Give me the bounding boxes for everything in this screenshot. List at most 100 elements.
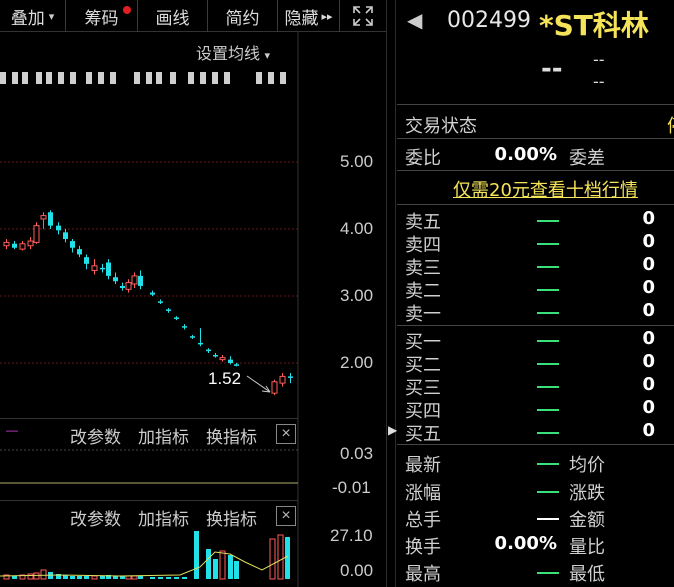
candle-body [150,292,155,295]
total-volume-value [537,518,559,520]
candle-body [91,265,98,272]
candle-body [100,267,105,270]
volume-bar [40,569,47,580]
ma-legend-mark [98,72,104,84]
ma-legend-mark [268,72,274,84]
price-tick-3: 3.00 [340,286,374,305]
indicator-legend-mark: — [6,423,18,437]
volume-bar [131,575,138,580]
indicator-1-swap-button[interactable]: 换指标 [206,423,257,448]
indicator-2-add-button[interactable]: 加指标 [138,505,189,530]
ma-legend-mark [134,72,140,84]
volume-bar [234,561,239,579]
trade-status-value: 停 [667,112,674,138]
volume-bar [182,577,187,579]
double-chevron-right-icon: ▸▸ [321,10,333,23]
overlay-button[interactable]: 叠加 ▾ [0,0,66,32]
candle-body [48,212,53,226]
back-arrow-icon[interactable]: ◀ [407,8,422,32]
candle-body [33,225,40,243]
updown-label: 涨跌 [569,483,605,504]
ask-1-label: 卖一 [405,304,441,325]
ma-legend-mark [212,72,218,84]
ask-5-price [537,220,559,222]
candle-body [84,257,89,264]
ma-legend-mark [12,72,18,84]
volume-bar [138,576,143,579]
change-pct-label: 涨幅 [405,483,441,504]
collapse-panel-icon[interactable]: ▶ [388,418,397,442]
fullscreen-icon [353,6,373,26]
candle-body [166,309,171,311]
bid-5-label: 买五 [405,424,441,445]
ask-4-price [537,243,559,245]
indicator-2-close-icon[interactable]: × [276,506,296,526]
low-label: 最低 [569,564,605,585]
latest-value [537,463,559,465]
ma-legend-mark [146,72,152,84]
ma-legend-mark [280,72,286,84]
volume-bar [269,538,276,580]
volume-bar [194,531,199,579]
candle-body [219,357,226,361]
bid-2-volume: 0 [642,351,655,372]
volume-bar [33,572,40,580]
bid-1-price [537,340,559,342]
candle-body [70,241,75,248]
candle-body [174,317,179,319]
kline-chart-area[interactable]: 设置均线 ▾ 5.00 4.00 3.00 2.00 1.52 — 改参数 加指… [0,32,386,587]
bid-3-volume: 0 [642,374,655,395]
candle-body [40,215,47,220]
ask-3-price [537,266,559,268]
indicator-1-tick-top: 0.03 [340,444,374,463]
indicator-1-params-button[interactable]: 改参数 [70,423,121,448]
indicator-1-close-icon[interactable]: × [276,424,296,444]
ask-2-volume: 0 [642,277,655,298]
chevron-down-icon: ▾ [48,10,55,23]
candle-body [158,301,163,303]
fullscreen-button[interactable] [340,0,386,32]
candle-body [12,243,17,248]
chart-toolbar: 叠加 ▾ 筹码 画线 简约 隐藏 ▸▸ [0,0,386,32]
simple-mode-label: 简约 [225,8,260,28]
bid-5-price [537,432,559,434]
volume-bar [285,537,290,579]
candle-body [138,275,143,286]
level10-promo-link[interactable]: 仅需20元查看十档行情 [453,176,638,202]
indicator-1-add-button[interactable]: 加指标 [138,423,189,448]
volume-bar [213,559,218,579]
high-value [537,572,559,574]
ma-legend-mark [256,72,262,84]
candle-body [106,262,111,276]
price-tick-5: 5.00 [340,152,374,171]
ma-legend-mark [22,72,28,84]
ask-4-volume: 0 [642,231,655,252]
indicator-2-params-button[interactable]: 改参数 [70,505,121,530]
volume-bar [277,534,284,580]
ma-legend-mark [58,72,64,84]
volume-bar [125,575,132,580]
candle-body [113,277,118,282]
amount-label: 金额 [569,510,605,531]
price-tick-2: 2.00 [340,353,374,372]
order-ratio-value: 0.00% [494,144,557,165]
volume-bar [100,576,105,579]
draw-line-button[interactable]: 画线 [138,0,208,32]
panel-splitter[interactable] [386,0,396,587]
hide-button[interactable]: 隐藏 ▸▸ [278,0,340,32]
latest-label: 最新 [405,455,441,476]
chips-label: 筹码 [84,8,119,28]
volume-bar [84,576,89,579]
chips-button[interactable]: 筹码 [66,0,138,32]
ask-1-volume: 0 [642,300,655,321]
simple-mode-button[interactable]: 简约 [208,0,278,32]
indicator-2-swap-button[interactable]: 换指标 [206,505,257,530]
hide-label: 隐藏 [284,8,319,28]
total-volume-label: 总手 [405,510,441,531]
volume-bar [70,576,75,579]
bid-4-price [537,409,559,411]
candle-body [198,342,203,345]
ma-legend-mark [156,72,162,84]
candle-body [27,240,34,247]
ma-legend-mark [0,72,6,84]
